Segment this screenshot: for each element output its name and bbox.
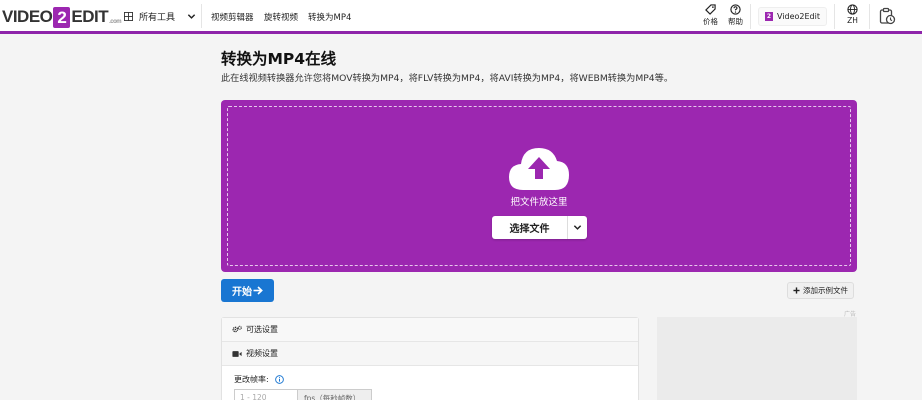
ad-placeholder [657, 317, 857, 400]
logo-two-badge: 2 [53, 6, 71, 28]
choose-source-dropdown[interactable] [567, 216, 587, 239]
language-label: ZH [847, 16, 858, 25]
video-camera-icon [232, 350, 242, 357]
history-button[interactable] [878, 7, 896, 29]
nav-link-rotate-video[interactable]: 旋转视频 [264, 11, 298, 23]
header-divider [834, 4, 835, 29]
nav-link-convert-mp4[interactable]: 转换为MP4 [308, 11, 351, 23]
nav-divider [201, 4, 202, 28]
tag-icon [705, 4, 716, 15]
video-settings-header[interactable]: 视频设置 [222, 342, 638, 366]
video2edit-mini-logo-icon: 2 [765, 12, 773, 21]
all-tools-menu[interactable]: 所有工具 [124, 10, 196, 23]
pricing-link[interactable]: 价格 [703, 4, 718, 27]
nav-link-video-editor[interactable]: 视频剪辑器 [211, 11, 254, 23]
start-button[interactable]: 开始 [221, 279, 274, 302]
plus-icon [793, 287, 800, 294]
top-header: VIDEO 2 EDIT .com 所有工具 视频剪辑器 旋转视频 转换为MP4… [0, 0, 922, 34]
help-label: 帮助 [728, 17, 743, 26]
frame-rate-input[interactable]: 1 - 120 [234, 389, 298, 400]
account-button[interactable]: 2 Video2Edit [758, 7, 827, 26]
cloud-upload-icon-wrap [507, 144, 571, 196]
choose-file-button[interactable]: 选择文件 [492, 216, 587, 239]
choose-file-label: 选择文件 [509, 224, 550, 235]
all-tools-label: 所有工具 [139, 13, 176, 23]
account-label: Video2Edit [777, 12, 820, 21]
language-selector[interactable]: ZH [847, 4, 858, 25]
frame-rate-label-row: 更改帧率: [234, 374, 284, 385]
optional-settings-label: 可选设置 [246, 325, 278, 334]
info-icon[interactable] [274, 375, 284, 384]
video-settings-label: 视频设置 [246, 349, 278, 358]
chevron-down-icon [573, 225, 582, 230]
header-divider [869, 4, 870, 29]
logo-text-edit: EDIT [71, 7, 109, 26]
add-sample-label: 添加示例文件 [803, 286, 848, 295]
pricing-label: 价格 [703, 17, 718, 26]
clipboard-clock-icon [879, 7, 896, 25]
settings-panel: 可选设置 视频设置 [221, 317, 639, 400]
drop-files-text: 把文件放这里 [510, 197, 568, 208]
gears-icon [232, 325, 242, 333]
page-subtitle: 此在线视频转换器允许您将MOV转换为MP4，将FLV转换为MP4，将AVI转换为… [221, 73, 674, 84]
frame-rate-unit: fps（每秒帧数） [297, 389, 372, 400]
start-label: 开始 [232, 287, 252, 298]
help-icon [730, 4, 741, 15]
logo-suffix: .com [109, 19, 122, 25]
globe-icon [847, 4, 858, 15]
frame-rate-label: 更改帧率: [234, 375, 269, 384]
optional-settings-header[interactable]: 可选设置 [222, 318, 638, 342]
grid-icon [124, 12, 133, 21]
arrow-right-icon [253, 286, 263, 295]
page-title: 转换为MP4在线 [221, 50, 337, 68]
add-sample-file-button[interactable]: 添加示例文件 [787, 282, 854, 299]
logo-text-video: VIDEO [2, 7, 53, 26]
help-link[interactable]: 帮助 [728, 4, 743, 27]
site-logo[interactable]: VIDEO 2 EDIT .com [2, 6, 122, 28]
chevron-down-icon [187, 14, 196, 19]
cloud-upload-icon [509, 148, 569, 190]
header-divider [750, 4, 751, 29]
